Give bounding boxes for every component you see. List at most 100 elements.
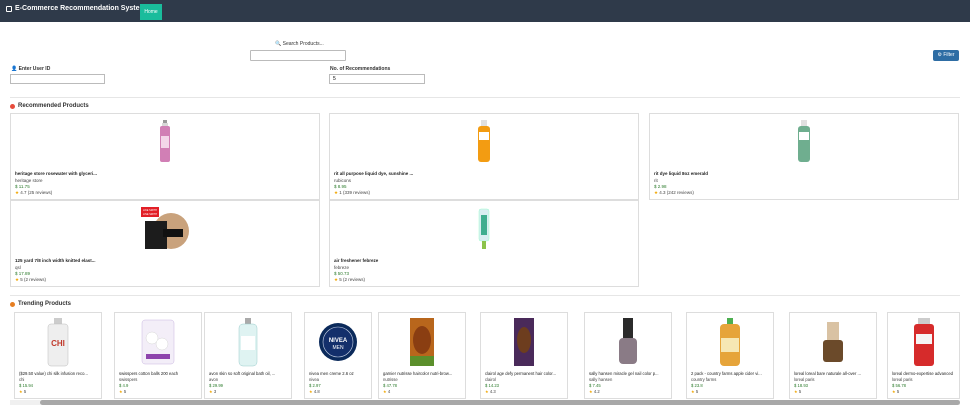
product-price: $ 2.98 [654,184,667,189]
filter-icon: ⚙ [937,52,942,58]
product-rating: ★ 5 [119,389,127,394]
product-price: $ 29.99 [209,383,223,388]
user-id-label: 👤 Enter User ID [11,66,51,72]
product-rating: ★ 4.7 (25 reviews) [15,190,53,195]
product-rating: ★ 3 [209,389,217,394]
scrollbar-thumb[interactable] [40,400,960,405]
product-image-chi: CHI [47,318,69,367]
product-name: nivea men creme 2.6 oz [309,371,354,376]
target-icon [10,103,15,109]
recommended-card[interactable]: rit dye liquid 8oz emerald rit $ 2.98 ★ … [649,113,959,200]
product-brand: rubicons [334,178,352,183]
product-name: 2 pack - country farms apple cider vi... [691,371,762,376]
trending-card[interactable]: swisspers cotton balls 200 each swissper… [114,312,202,399]
product-rating: ★ 5 [794,389,802,394]
trending-section-title: Trending Products [10,301,71,307]
product-image-nail-polish [619,318,637,364]
store-icon [6,5,12,12]
product-rating: ★ 5 [19,389,27,394]
product-rating: ★ 5 [892,389,900,394]
trending-card[interactable]: garnier nutrisse haircolor nutri-brow...… [378,312,466,399]
product-image-dye-bottle [478,120,490,162]
product-image-apple-cider [720,318,740,366]
filter-button[interactable]: ⚙ Filter [933,50,959,61]
fire-icon [10,301,15,307]
num-recommendations-input[interactable] [329,74,425,84]
product-brand: loreal paris [892,377,913,382]
product-price: $ 7.45 [589,383,601,388]
product-price: $ 4.9 [119,383,129,388]
product-brand: country farms [691,377,717,382]
user-icon: 👤 [11,66,18,72]
product-brand: loreal paris [794,377,815,382]
product-price: $ 15.94 [19,383,33,388]
product-rating: ★ 5 (2 reviews) [334,277,366,282]
product-price: $ 23.8 [691,383,703,388]
chi-logo: CHI [51,339,65,348]
badge-line-1: LIKE SMITH [143,209,157,212]
product-brand: heritage store [15,178,43,183]
recommended-section-title: Recommended Products [10,103,89,109]
recommended-card[interactable]: rit all purpose liquid dye, sunshine ...… [329,113,639,200]
product-brand: qsl [15,265,21,270]
product-brand: sally hansen [589,377,613,382]
product-brand: swisspers [119,377,138,382]
product-name: rit dye liquid 8oz emerald [654,171,709,176]
product-rating: ★ 5 (2 reviews) [15,277,47,282]
product-name: loreal dermo-expertise advanced [892,371,953,376]
product-brand: clairol [485,377,496,382]
divider [10,295,960,296]
product-name: 125 yard 7/8 inch width knitted elast... [15,258,96,263]
product-brand: avon [209,377,219,382]
divider [10,97,960,98]
product-image-dye-bottle-emerald [798,120,810,162]
product-price: $ 47.78 [383,383,397,388]
product-price: $ 8.95 [334,184,347,189]
trending-card[interactable]: CHI ($29.50 value) chi silk infusion rec… [14,312,102,399]
product-price: $ 18.93 [794,383,808,388]
trending-card[interactable]: loreal dermo-expertise advanced loreal p… [887,312,960,399]
product-image-loreal-bottle [913,318,934,366]
recommended-card[interactable]: air freshener febreze febreze $ 50.73 ★ … [329,200,639,287]
trending-card[interactable]: avon skin so soft original bath oil, ...… [204,312,292,399]
product-name: garnier nutrisse haircolor nutri-brow... [383,371,453,376]
home-button[interactable]: Home [140,4,162,20]
product-brand: nutrisse [383,377,398,382]
search-icon: 🔍 [275,41,282,47]
product-rating: ★ 4 [383,389,391,394]
horizontal-scrollbar[interactable] [10,400,960,405]
recommended-card[interactable]: LIKE SMITH LINE SMITH 125 yard 7/8 inch … [10,200,320,287]
user-id-input[interactable] [10,74,105,84]
product-rating: ★ 4.2 [589,389,600,394]
product-image-nivea-tin: NIVEA MEN [319,323,357,361]
product-name: air freshener febreze [334,258,379,263]
product-name: avon skin so soft original bath oil, ... [209,371,276,376]
trending-card[interactable]: clairol age defy permanent hair color...… [480,312,568,399]
trending-card[interactable]: loreal loreal bare naturale all-over ...… [789,312,877,399]
product-price: $ 17.89 [15,271,31,276]
product-brand: febreze [334,265,350,270]
product-name: loreal loreal bare naturale all-over ... [794,371,862,376]
nivea-logo-line-1: NIVEA [329,338,348,344]
trending-card[interactable]: sally hansen miracle gel nail color p...… [584,312,672,399]
top-navbar: E-Commerce Recommendation System Home [0,0,970,22]
product-price: $ 14.23 [485,383,499,388]
trending-card[interactable]: NIVEA MEN nivea men creme 2.6 oz nivea $… [304,312,372,399]
product-image-clairol [514,318,534,366]
product-image-hair-color [410,318,434,366]
product-image-mask: LIKE SMITH LINE SMITH [141,207,189,249]
product-image-air-freshener [478,208,490,249]
product-image-bath-oil [238,318,258,367]
num-recommendations-label: No. of Recommendations [330,66,391,72]
product-brand: chi [19,377,25,382]
badge-line-2: LINE SMITH [143,213,157,216]
product-rating: ★ 1 (339 reviews) [334,190,371,195]
nivea-logo-line-2: MEN [332,345,344,351]
product-name: sally hansen miracle gel nail color p... [589,371,659,376]
recommended-card[interactable]: heritage store rosewater with glyceri...… [10,113,320,200]
trending-card[interactable]: 2 pack - country farms apple cider vi...… [686,312,774,399]
product-name: rit all purpose liquid dye, sunshine ... [334,171,414,176]
product-image-powder-brush [823,322,843,362]
search-input[interactable] [250,50,346,61]
product-name: swisspers cotton balls 200 each [119,371,179,376]
